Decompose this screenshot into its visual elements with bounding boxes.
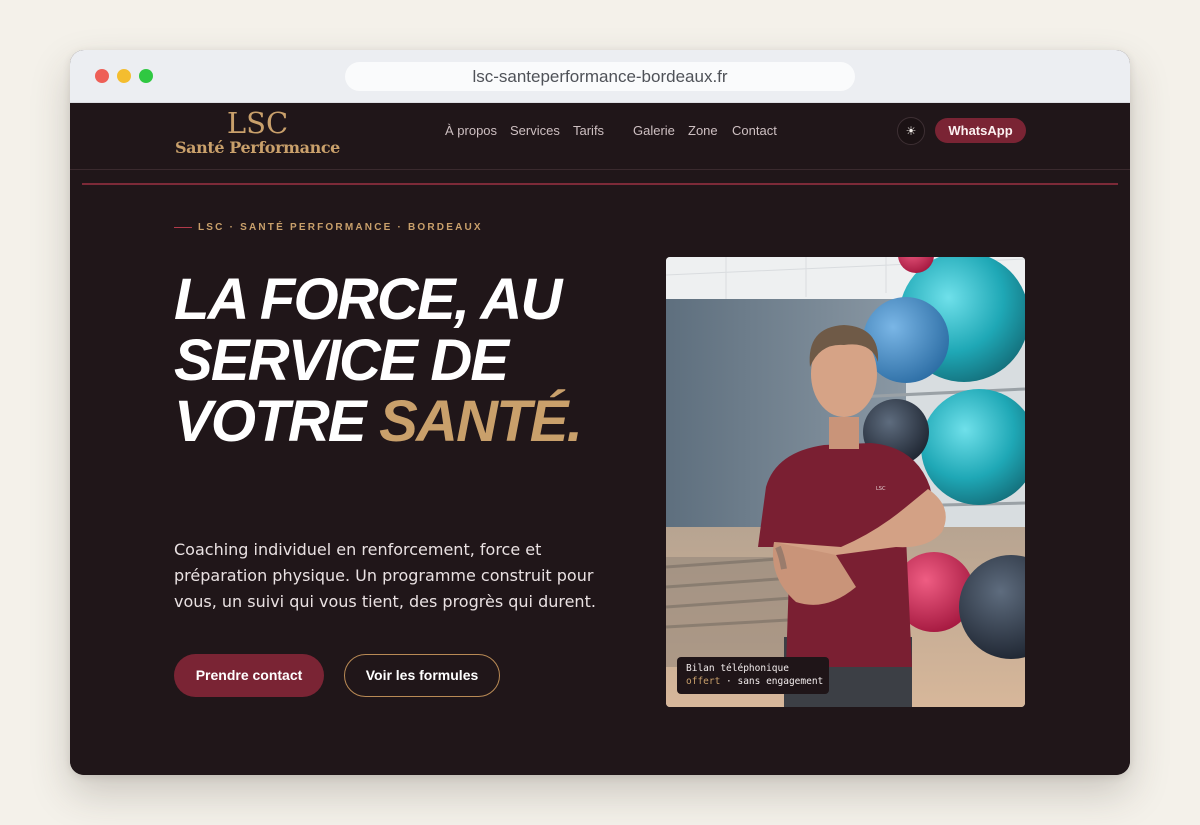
free-assessment-badge: Bilan téléphonique offert · sans engagem… bbox=[677, 657, 829, 694]
whatsapp-button[interactable]: WhatsApp bbox=[935, 118, 1026, 143]
logo-tagline: Santé Performance bbox=[175, 138, 340, 157]
headline-line-3: VOTRE bbox=[174, 389, 380, 454]
view-plans-button[interactable]: Voir les formules bbox=[344, 654, 500, 697]
hero-eyebrow: LSC · SANTÉ PERFORMANCE · BORDEAUX bbox=[174, 222, 483, 233]
address-bar[interactable]: lsc-santeperformance-bordeaux.fr bbox=[345, 62, 855, 91]
coach-photo-illustration: LSC bbox=[666, 257, 1025, 707]
nav-link-services[interactable]: Services bbox=[510, 123, 560, 138]
shirt-logo-text: LSC bbox=[876, 486, 886, 492]
site-logo[interactable]: LSC Santé Performance bbox=[175, 107, 340, 156]
site-header: LSC Santé Performance À propos Services … bbox=[70, 103, 1130, 170]
eyebrow-dash bbox=[174, 227, 192, 228]
nav-link-about[interactable]: À propos bbox=[445, 123, 497, 138]
nav-link-gallery[interactable]: Galerie bbox=[633, 123, 675, 138]
badge-rest: · sans engagement bbox=[720, 676, 824, 687]
hero-description: Coaching individuel en renforcement, for… bbox=[174, 540, 596, 611]
headline-line-1: LA FORCE, AU bbox=[174, 267, 562, 332]
browser-titlebar: lsc-santeperformance-bordeaux.fr bbox=[70, 50, 1130, 103]
website: LSC Santé Performance À propos Services … bbox=[70, 103, 1130, 775]
nav-link-zone[interactable]: Zone bbox=[688, 123, 718, 138]
badge-title: Bilan téléphonique bbox=[686, 663, 789, 674]
close-window-button[interactable] bbox=[95, 69, 109, 83]
hero-headline: LA FORCE, AU SERVICE DE VOTRE SANTÉ. bbox=[174, 269, 644, 452]
badge-highlight: offert bbox=[686, 676, 721, 687]
coach-photo: LSC Bilan téléphonique offert · sans eng… bbox=[666, 257, 1025, 707]
minimize-window-button[interactable] bbox=[117, 69, 131, 83]
contact-button[interactable]: Prendre contact bbox=[174, 654, 324, 697]
headline-highlight: SANTÉ. bbox=[379, 389, 583, 454]
logo-wordmark: LSC bbox=[226, 106, 289, 140]
sun-icon: ☀ bbox=[905, 124, 917, 138]
browser-window: lsc-santeperformance-bordeaux.fr LSC San… bbox=[70, 50, 1130, 775]
nav-link-pricing[interactable]: Tarifs bbox=[573, 123, 604, 138]
theme-toggle-button[interactable]: ☀ bbox=[897, 117, 925, 145]
accent-divider bbox=[82, 183, 1118, 185]
headline-line-2: SERVICE DE bbox=[174, 328, 509, 393]
eyebrow-text: LSC · SANTÉ PERFORMANCE · BORDEAUX bbox=[198, 222, 483, 233]
nav-link-contact[interactable]: Contact bbox=[732, 123, 777, 138]
badge-subtitle: offert · sans engagement bbox=[686, 675, 829, 688]
maximize-window-button[interactable] bbox=[139, 69, 153, 83]
